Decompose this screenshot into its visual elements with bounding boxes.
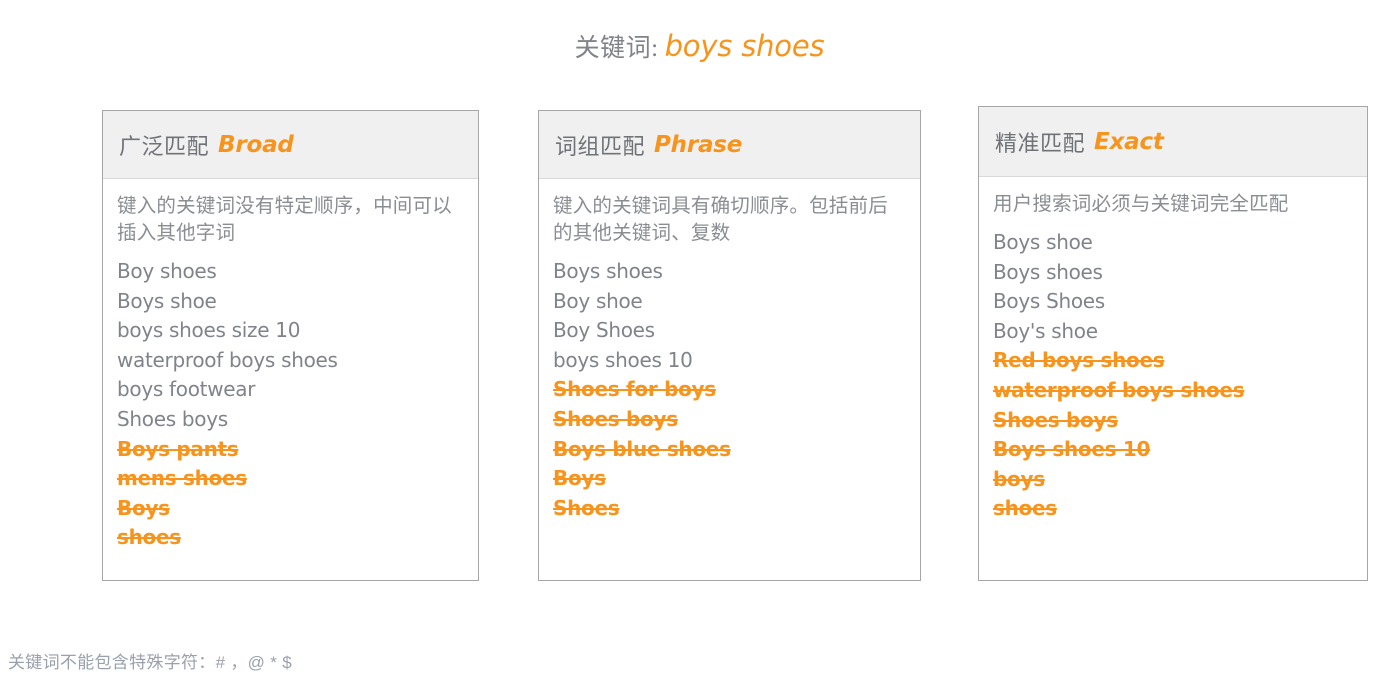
list-item: Boys shoe: [117, 288, 217, 313]
list-item-excluded: Shoes boys: [993, 407, 1118, 432]
card-broad-header: 广泛匹配 Broad: [103, 111, 478, 179]
list-item: Boy shoe: [553, 288, 643, 313]
card-phrase-title-en: Phrase: [654, 131, 743, 158]
list-item-excluded: Shoes: [553, 495, 620, 520]
card-exact-keyword-list: Boys shoe Boys shoes Boys Shoes Boy's sh…: [993, 228, 1353, 524]
card-broad-match: 广泛匹配 Broad 键入的关键词没有特定顺序，中间可以插入其他字词 Boy s…: [102, 110, 479, 581]
list-item-excluded: Boys shoes 10: [993, 437, 1151, 462]
list-item-excluded: Shoes boys: [553, 406, 678, 431]
card-phrase-keyword-list: Boys shoes Boy shoe Boy Shoes boys shoes…: [553, 257, 906, 523]
match-type-cards: 广泛匹配 Broad 键入的关键词没有特定顺序，中间可以插入其他字词 Boy s…: [0, 0, 1399, 600]
card-phrase-match: 词组匹配 Phrase 键入的关键词具有确切顺序。包括前后的其他关键词、复数 B…: [538, 110, 921, 581]
card-exact-match: 精准匹配 Exact 用户搜索词必须与关键词完全匹配 Boys shoe Boy…: [978, 106, 1368, 581]
list-item-excluded: Red boys shoes: [993, 348, 1165, 373]
list-item: Boy shoes: [117, 259, 217, 283]
card-phrase-description: 键入的关键词具有确切顺序。包括前后的其他关键词、复数: [553, 195, 888, 244]
card-exact-title-cn: 精准匹配: [995, 130, 1086, 156]
list-item: Boys shoe: [993, 230, 1093, 254]
card-broad-keyword-list: Boy shoes Boys shoe boys shoes size 10 w…: [117, 257, 464, 553]
list-item-excluded: boys: [993, 466, 1045, 491]
list-item: Boys shoes: [553, 259, 663, 283]
list-item-excluded: Boys: [553, 466, 606, 491]
list-item: boys shoes 10: [553, 347, 693, 372]
card-broad-body: 键入的关键词没有特定顺序，中间可以插入其他字词 Boy shoes Boys s…: [103, 179, 478, 553]
list-item: Boys Shoes: [993, 289, 1105, 314]
card-broad-description: 键入的关键词没有特定顺序，中间可以插入其他字词: [117, 195, 452, 244]
list-item-excluded: Boys pants: [117, 436, 239, 461]
card-exact-body: 用户搜索词必须与关键词完全匹配 Boys shoe Boys shoes Boy…: [979, 177, 1367, 524]
list-item-excluded: Shoes for boys: [553, 377, 716, 402]
list-item: boys footwear: [117, 377, 256, 402]
card-broad-title-cn: 广泛匹配: [119, 133, 210, 159]
card-exact-title-en: Exact: [1094, 128, 1164, 155]
list-item-excluded: waterproof boys shoes: [993, 377, 1245, 402]
card-phrase-body: 键入的关键词具有确切顺序。包括前后的其他关键词、复数 Boys shoes Bo…: [539, 179, 920, 523]
list-item-excluded: Boys: [117, 495, 170, 520]
card-broad-title-en: Broad: [218, 131, 294, 158]
card-phrase-header: 词组匹配 Phrase: [539, 111, 920, 179]
card-exact-description: 用户搜索词必须与关键词完全匹配: [993, 193, 1289, 215]
list-item: waterproof boys shoes: [117, 347, 338, 372]
list-item-excluded: Boys blue shoes: [553, 436, 731, 461]
list-item: Boys shoes: [993, 259, 1103, 284]
footer-cut-line: [8, 678, 1388, 684]
list-item: boys shoes size 10: [117, 318, 301, 343]
list-item: Boy's shoe: [993, 318, 1098, 343]
list-item-excluded: shoes: [993, 496, 1057, 521]
list-item-excluded: shoes: [117, 525, 181, 550]
list-item: Shoes boys: [117, 406, 228, 431]
footer-note: 关键词不能包含特殊字符：# ，@ * $: [8, 653, 292, 672]
list-item-excluded: mens shoes: [117, 466, 247, 491]
card-phrase-title-cn: 词组匹配: [555, 133, 646, 159]
list-item: Boy Shoes: [553, 318, 655, 343]
card-exact-header: 精准匹配 Exact: [979, 107, 1367, 177]
